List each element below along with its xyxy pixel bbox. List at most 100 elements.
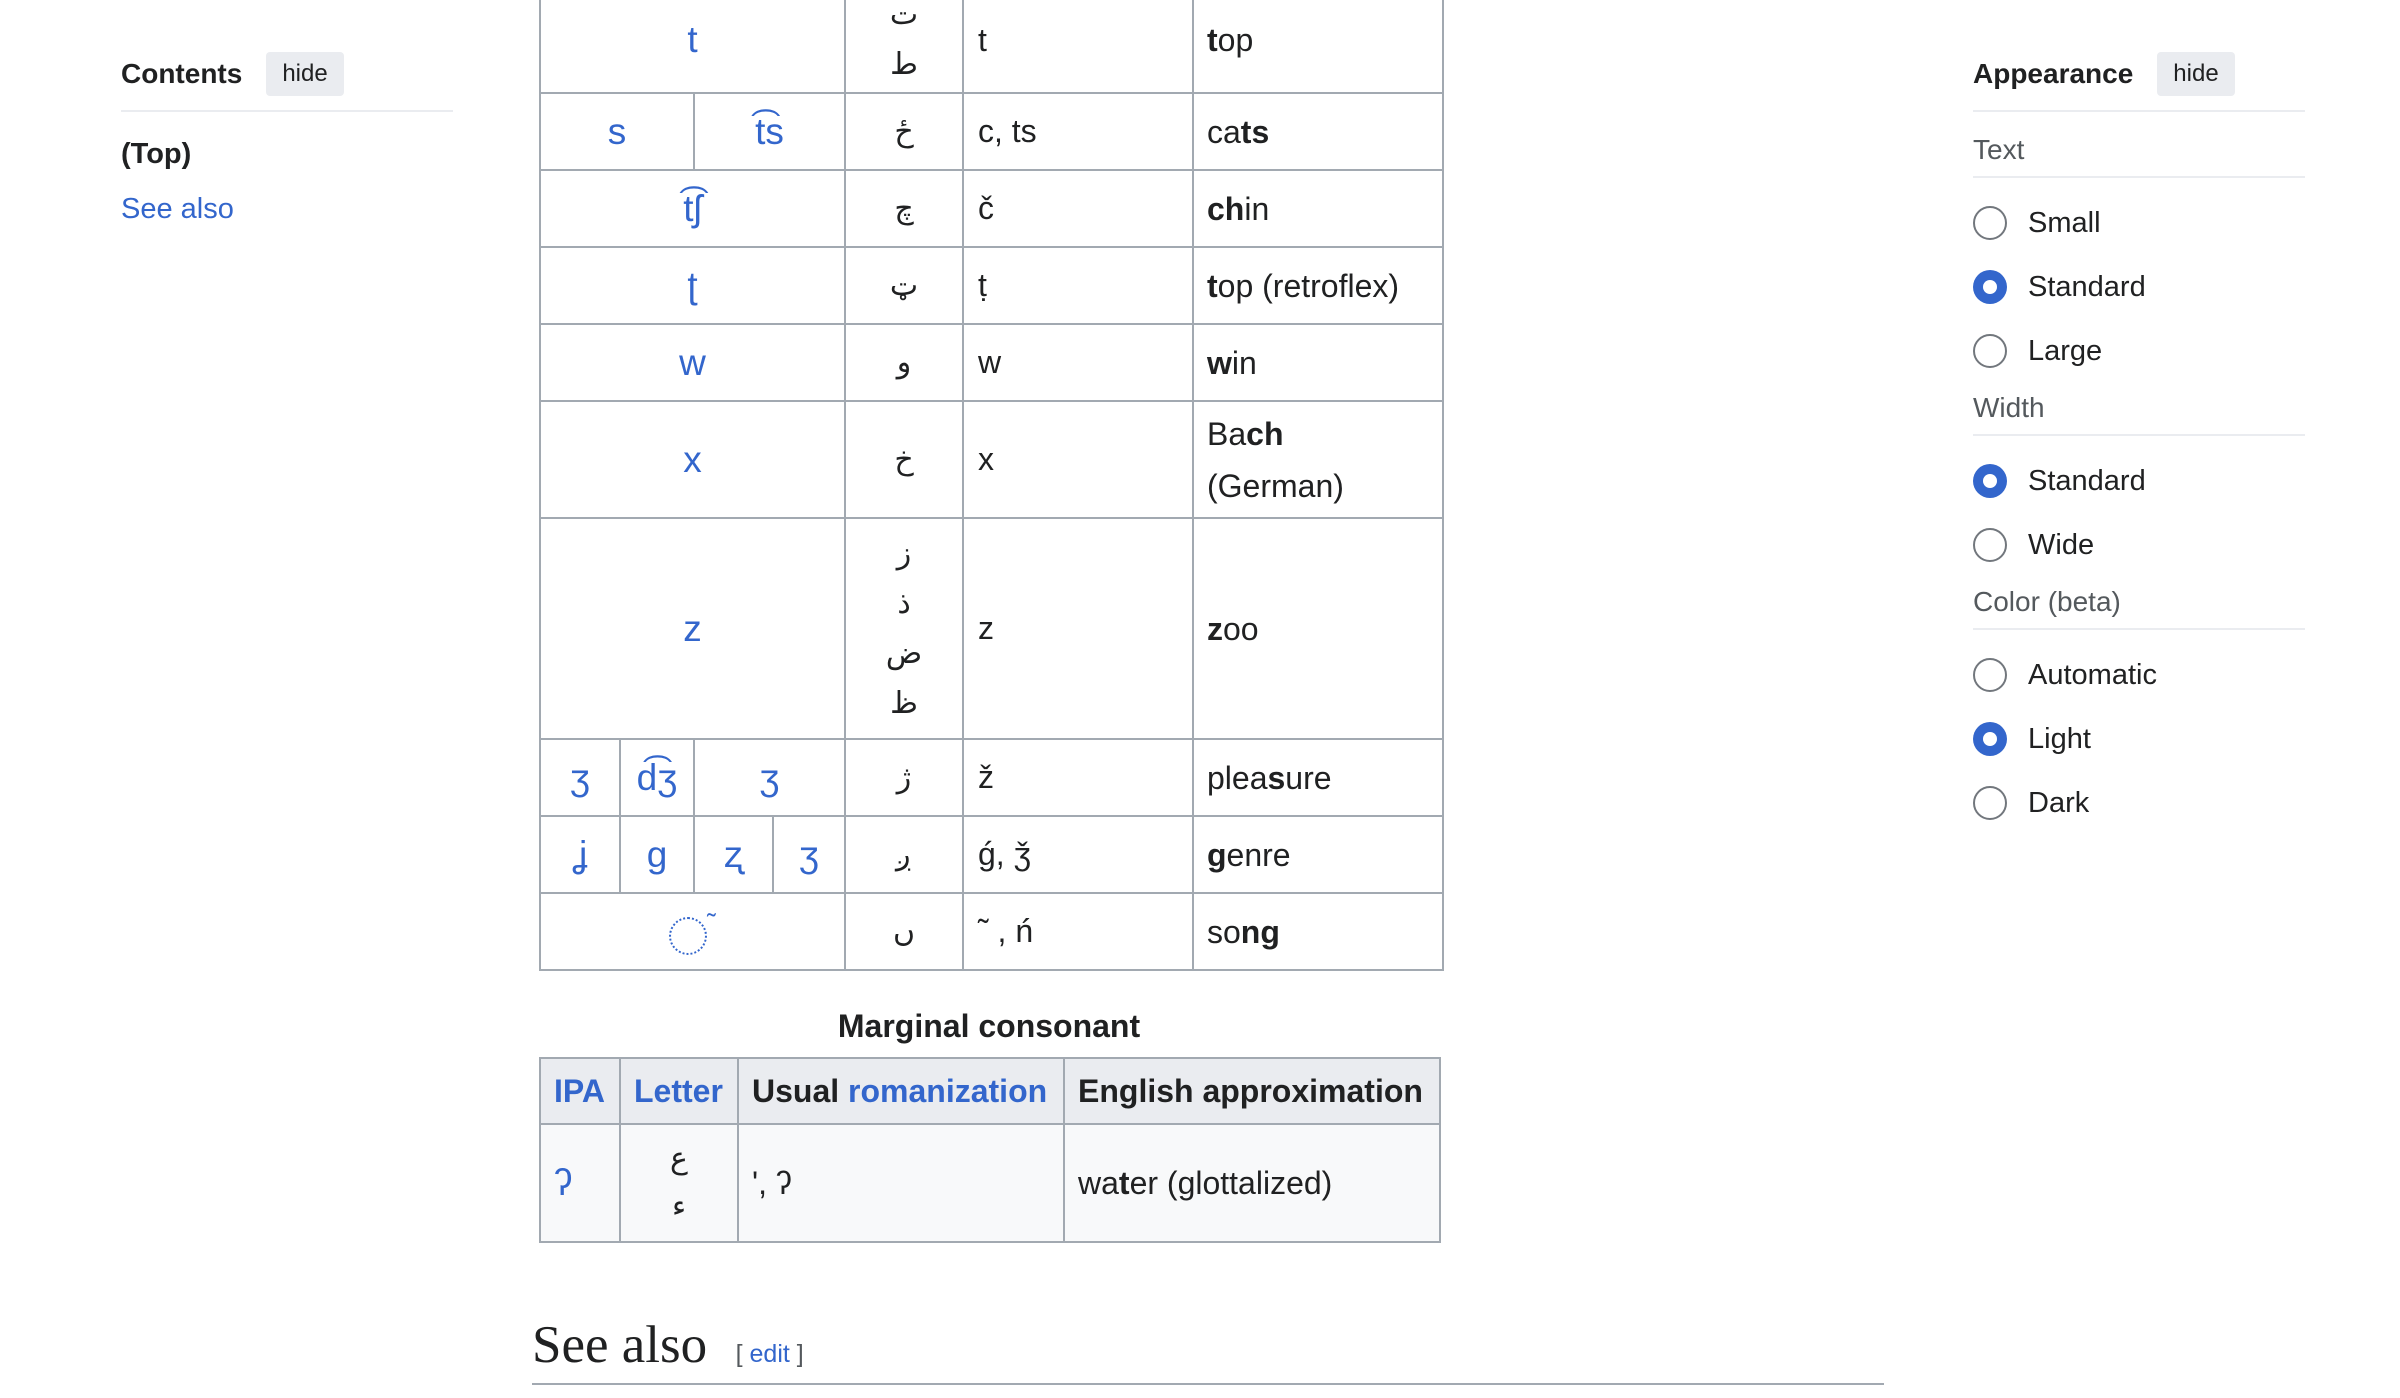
bold-part: ch bbox=[1207, 190, 1245, 227]
color-light-option[interactable]: Light bbox=[1973, 720, 2305, 758]
letter: ع bbox=[670, 1142, 688, 1175]
letter-cell: ژ bbox=[844, 738, 964, 817]
bold-part: ts bbox=[1240, 113, 1270, 150]
edit-link[interactable]: edit bbox=[750, 1340, 790, 1368]
ipa-cell[interactable]: d͡ʒ bbox=[619, 738, 695, 817]
ipa-cell[interactable]: ʔ bbox=[539, 1123, 621, 1243]
ipa-cell[interactable]: s bbox=[539, 92, 695, 171]
radio-small[interactable] bbox=[1973, 206, 2007, 240]
width-wide-option[interactable]: Wide bbox=[1973, 526, 2305, 564]
ipa-cell[interactable]: ɡ bbox=[619, 815, 695, 894]
english-cell: win bbox=[1192, 323, 1444, 402]
romanization-cell: ž bbox=[962, 738, 1194, 817]
english-cell: top (retroflex) bbox=[1192, 246, 1444, 325]
english-cell: chin bbox=[1192, 169, 1444, 248]
width-standard-option[interactable]: Standard bbox=[1973, 462, 2305, 500]
table-row: ˜ ں ˜ , ń song bbox=[539, 892, 1444, 971]
ipa-cell[interactable]: z bbox=[539, 517, 846, 740]
radio-light-selected[interactable] bbox=[1973, 722, 2007, 756]
width-options: Standard Wide bbox=[1973, 462, 2305, 564]
text-size-options: Small Standard Large bbox=[1973, 204, 2305, 370]
ipa-cell[interactable]: t͡s bbox=[693, 92, 846, 171]
plain-part: plea bbox=[1207, 759, 1268, 796]
english-cell: water (glottalized) bbox=[1063, 1123, 1441, 1243]
ipa-cell[interactable]: ʝ bbox=[539, 815, 621, 894]
ipa-cell[interactable]: t͡ʃ bbox=[539, 169, 846, 248]
romanization-header: Usual romanization bbox=[737, 1057, 1065, 1125]
plain-part: wa bbox=[1078, 1164, 1119, 1201]
romanization-cell: ˜ , ń bbox=[962, 892, 1194, 971]
plain-part: ure bbox=[1285, 759, 1332, 796]
romanization-cell: z bbox=[962, 517, 1194, 740]
radio-automatic[interactable] bbox=[1973, 658, 2007, 692]
edit-section: [ edit ] bbox=[736, 1340, 804, 1368]
romanization-cell: ṭ bbox=[962, 246, 1194, 325]
radio-dark[interactable] bbox=[1973, 786, 2007, 820]
bold-part: ng bbox=[1240, 913, 1280, 950]
tilde-mark: ˜ bbox=[707, 908, 716, 939]
bold-part: s bbox=[1267, 759, 1286, 796]
ipa-cell-nasal[interactable]: ˜ bbox=[539, 892, 846, 971]
plain-part: in bbox=[1231, 344, 1257, 381]
radio-label: Wide bbox=[2028, 528, 2095, 561]
letter: ض bbox=[885, 636, 923, 670]
letter-cell: ع ء bbox=[619, 1123, 739, 1243]
letter-header-link[interactable]: Letter bbox=[619, 1057, 739, 1125]
romanization-link[interactable]: romanization bbox=[848, 1073, 1047, 1109]
letter-cell: ں bbox=[844, 892, 964, 971]
radio-label: Small bbox=[2028, 206, 2101, 239]
romanization-cell: ǵ, ǯ bbox=[962, 815, 1194, 894]
text-size-large-option[interactable]: Large bbox=[1973, 332, 2305, 370]
see-also-section-heading: See also [ edit ] bbox=[532, 1315, 1884, 1385]
toc-title: Contents bbox=[121, 58, 243, 89]
letter-cell: و bbox=[844, 323, 964, 402]
marginal-consonant-table: IPA Letter Usual romanization English ap… bbox=[539, 1057, 1441, 1243]
edit-bracket-close: ] bbox=[796, 1340, 804, 1368]
radio-standard-selected[interactable] bbox=[1973, 464, 2007, 498]
appearance-hide-button[interactable]: hide bbox=[2157, 52, 2235, 96]
table-of-contents: Contents hide (Top) See also bbox=[121, 52, 453, 226]
radio-label: Standard bbox=[2028, 270, 2146, 303]
letter-cell: ږ bbox=[844, 815, 964, 894]
text-size-small-option[interactable]: Small bbox=[1973, 204, 2305, 242]
color-automatic-option[interactable]: Automatic bbox=[1973, 656, 2305, 694]
plain-part: (German) bbox=[1207, 467, 1344, 504]
ipa-cell[interactable]: w bbox=[539, 323, 846, 402]
ipa-header-link[interactable]: IPA bbox=[539, 1057, 621, 1125]
romanization-cell: c, ts bbox=[962, 92, 1194, 171]
radio-label: Automatic bbox=[2028, 658, 2157, 691]
english-cell: Bach (German) bbox=[1192, 400, 1444, 519]
radio-standard-selected[interactable] bbox=[1973, 270, 2007, 304]
text-size-standard-option[interactable]: Standard bbox=[1973, 268, 2305, 306]
appearance-title: Appearance bbox=[1973, 58, 2134, 89]
toc-hide-button[interactable]: hide bbox=[266, 52, 344, 96]
radio-large[interactable] bbox=[1973, 334, 2007, 368]
plain-part: in bbox=[1244, 190, 1270, 227]
ipa-cell[interactable]: x bbox=[539, 400, 846, 519]
ipa-cell[interactable]: ʒ bbox=[772, 815, 846, 894]
placeholder-circle-icon bbox=[669, 916, 708, 955]
romanization-cell: w bbox=[962, 323, 1194, 402]
bold-part: ch bbox=[1246, 415, 1284, 452]
table-row: ʝ ɡ ʐ ʒ ږ ǵ, ǯ genre bbox=[539, 815, 1444, 894]
plain-part: oo bbox=[1223, 610, 1259, 647]
english-cell: zoo bbox=[1192, 517, 1444, 740]
ipa-cell[interactable]: ʈ bbox=[539, 246, 846, 325]
ipa-cell[interactable]: t bbox=[539, 0, 846, 94]
letter: ز bbox=[896, 536, 912, 570]
text-size-label: Text bbox=[1973, 134, 2305, 178]
letter-cell: چ bbox=[844, 169, 964, 248]
color-dark-option[interactable]: Dark bbox=[1973, 784, 2305, 822]
letter: ظ bbox=[890, 686, 918, 720]
toc-item-see-also[interactable]: See also bbox=[121, 193, 453, 226]
letter-cell: ځ bbox=[844, 92, 964, 171]
plain-part: enre bbox=[1226, 836, 1291, 873]
ipa-cell[interactable]: ʐ bbox=[693, 815, 774, 894]
radio-wide[interactable] bbox=[1973, 528, 2007, 562]
toc-item-top[interactable]: (Top) bbox=[121, 138, 453, 171]
letter-cell: ټ bbox=[844, 246, 964, 325]
bold-part: w bbox=[1207, 344, 1232, 381]
ipa-cell[interactable]: ʒ bbox=[693, 738, 846, 817]
bold-part: g bbox=[1207, 836, 1227, 873]
ipa-cell[interactable]: ʒ bbox=[539, 738, 621, 817]
